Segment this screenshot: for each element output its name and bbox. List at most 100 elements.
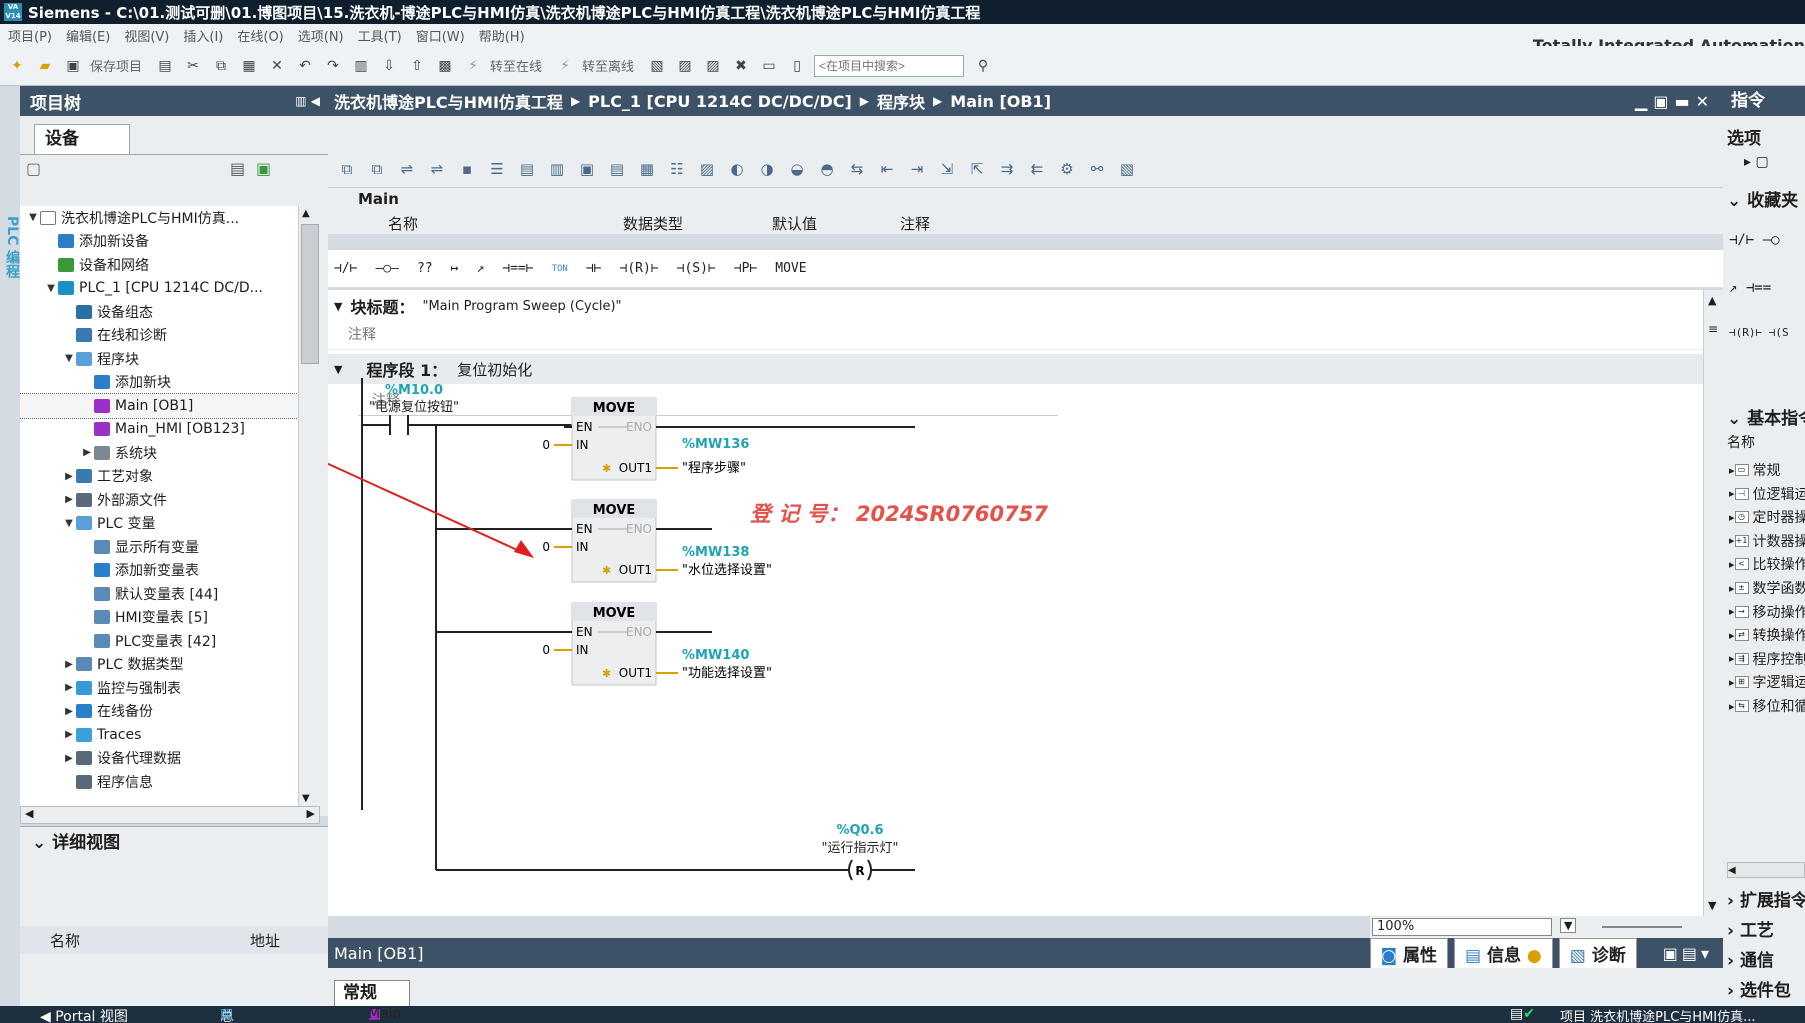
instructions-section[interactable]: › 选件包 (1727, 976, 1791, 1001)
favorite-instruction[interactable]: ⊣⊢ (586, 261, 602, 276)
options-expand-icon[interactable]: ▸ ▢ (1744, 154, 1769, 170)
zoom-dropdown-icon[interactable]: ▼ (1560, 918, 1577, 933)
favorite-instruction[interactable]: ⊣(R)⊢ (620, 261, 659, 276)
go-offline-button[interactable]: 转至离线 (582, 56, 634, 75)
properties-tab[interactable]: ◙ 属性 (1369, 937, 1448, 969)
menu-item[interactable]: 视图(V) (124, 26, 169, 45)
move-out-tag[interactable]: "功能选择设置" (682, 666, 772, 681)
tree-item[interactable]: 添加新块 (20, 371, 298, 395)
fav-jump-icon[interactable]: ↗ ⊣== (1729, 280, 1771, 296)
go-offline-icon[interactable]: ⚡ (554, 55, 576, 77)
editor-tool-icon[interactable]: ▤ (606, 160, 628, 178)
scroll-down-icon[interactable]: ▼ (302, 793, 310, 804)
menu-item[interactable]: 在线(O) (237, 26, 283, 45)
menu-item[interactable]: 窗口(W) (416, 26, 465, 45)
move-in-value[interactable]: 0 (542, 643, 550, 657)
tree-arrow-icon[interactable]: ▶ (62, 471, 76, 482)
favorite-instruction[interactable]: MOVE (775, 261, 806, 276)
scroll-up-icon[interactable]: ▲ (302, 208, 310, 219)
redo-icon[interactable]: ↷ (322, 55, 344, 77)
basic-instruction-category[interactable]: ▸ ⊞字逻辑运算 (1729, 672, 1805, 692)
editor-tool-icon[interactable]: ⧉ (366, 160, 388, 178)
detail-col-address[interactable]: 地址 (250, 930, 280, 951)
favorite-instruction[interactable]: ?? (417, 261, 433, 276)
tree-item[interactable]: 设备组态 (20, 300, 298, 324)
basic-instructions-section[interactable]: ⌄ 基本指令 (1727, 404, 1805, 429)
tree-item[interactable]: ▼ PLC_1 [CPU 1214C DC/D... (20, 277, 298, 301)
move-out-tag[interactable]: "程序步骤" (682, 461, 746, 476)
tree-item[interactable]: ▶ PLC 数据类型 (20, 653, 298, 677)
tree-item[interactable]: Main [OB1] (20, 393, 298, 419)
editor-tool-icon[interactable]: ⇌ (426, 160, 448, 178)
download-icon[interactable]: ⇩ (378, 55, 400, 77)
editor-tool-icon[interactable]: ⇲ (936, 160, 958, 178)
basic-instruction-category[interactable]: ▸ ⇄ 转换操作 (1729, 625, 1805, 645)
instructions-hscroll[interactable]: ◀ (1727, 862, 1805, 878)
editor-tool-icon[interactable]: ⇥ (906, 160, 928, 178)
favorite-instruction[interactable]: ⊣/⊢ (334, 261, 357, 276)
editor-tool-icon[interactable]: ⇆ (846, 160, 868, 178)
editor-tool-icon[interactable]: ⇉ (996, 160, 1018, 178)
editor-tool-icon[interactable]: ⇱ (966, 160, 988, 178)
editor-tool-icon[interactable]: ⇤ (876, 160, 898, 178)
tree-arrow-icon[interactable]: ▼ (62, 518, 76, 529)
diagnostics-tab[interactable]: ▧ 诊断 (1558, 937, 1637, 969)
zoom-select[interactable]: 100% (1372, 918, 1552, 936)
basic-instruction-category[interactable]: ▸ < 比较操作 (1729, 554, 1805, 574)
cross-reference-icon[interactable]: ✖ (730, 55, 752, 77)
tree-item[interactable]: 默认变量表 [44] (20, 582, 298, 606)
scroll-left-icon[interactable]: ◀ (25, 807, 33, 820)
split-vertical-icon[interactable]: ▯ (786, 55, 808, 77)
open-project-icon[interactable]: ▰ (34, 55, 56, 77)
editor-tool-icon[interactable]: ⇇ (1026, 160, 1048, 178)
window-controls-icon[interactable]: ▁▣▬✕ (1635, 92, 1715, 111)
basic-instruction-category[interactable]: ▸ ▭ 常规 (1729, 460, 1781, 480)
overview-icon[interactable]: ▤ (230, 159, 245, 178)
save-icon[interactable]: ▣ (62, 55, 84, 77)
tree-arrow-icon[interactable]: ▶ (62, 659, 76, 670)
project-search-input[interactable] (814, 54, 965, 77)
menu-item[interactable]: 选项(N) (298, 26, 344, 45)
go-online-button[interactable]: 转至在线 (490, 56, 542, 75)
basic-instruction-category[interactable]: ▸ → 移动操作 (1729, 602, 1805, 622)
tree-arrow-icon[interactable]: ▶ (62, 729, 76, 740)
tree-arrow-icon[interactable]: ▶ (62, 706, 76, 717)
coil-tag-name[interactable]: "运行指示灯" (822, 841, 899, 856)
tree-arrow-icon[interactable]: ▶ (80, 447, 94, 458)
portal-view-button[interactable]: ◀ Portal 视图 (40, 1006, 128, 1023)
new-project-icon[interactable]: ✦ (6, 55, 28, 77)
tree-item[interactable]: HMI变量表 [5] (20, 606, 298, 630)
save-project-button[interactable]: 保存项目 (90, 56, 142, 75)
tree-item[interactable]: ▶ 工艺对象 (20, 465, 298, 489)
editor-tool-icon[interactable]: ☷ (666, 160, 688, 178)
editor-tool-icon[interactable]: ▣ (576, 160, 598, 178)
favorites-section[interactable]: ⌄ 收藏夹 (1727, 186, 1798, 211)
scroll-right-icon[interactable]: ▶ (307, 807, 315, 820)
move-out-address[interactable]: %MW138 (682, 545, 749, 560)
print-icon[interactable]: ▤ (154, 55, 176, 77)
tree-item[interactable]: 显示所有变量 (20, 535, 298, 559)
tree-item[interactable]: ▶ 在线备份 (20, 700, 298, 724)
col-default[interactable]: 默认值 (772, 213, 817, 234)
undo-icon[interactable]: ↶ (294, 55, 316, 77)
detail-col-name[interactable]: 名称 (50, 930, 80, 951)
upload-icon[interactable]: ⇧ (406, 55, 428, 77)
editor-tool-icon[interactable]: ▨ (696, 160, 718, 178)
favorite-instruction[interactable]: TON (552, 264, 568, 274)
detail-view-header[interactable]: ⌄ 详细视图 (20, 826, 328, 858)
fav-contacts-icon[interactable]: ⊣/⊢ —○ (1729, 232, 1780, 248)
split-horizontal-icon[interactable]: ▭ (758, 55, 780, 77)
favorite-instruction[interactable]: ↗ (476, 261, 484, 276)
instructions-section[interactable]: › 工艺 (1727, 916, 1774, 941)
editor-tool-icon[interactable]: ▤ (516, 160, 538, 178)
contact-m10-0[interactable] (362, 415, 572, 435)
delete-icon[interactable]: ✕ (266, 55, 288, 77)
tree-arrow-icon[interactable]: ▶ (62, 494, 76, 505)
coil-address[interactable]: %Q0.6 (836, 823, 883, 838)
basic-instruction-category[interactable]: ▸ ⇆移位和循环 (1729, 696, 1805, 716)
tree-item[interactable]: ▶ Traces (20, 723, 298, 747)
list-icon[interactable]: ≡ (1708, 322, 1718, 336)
move-out-address[interactable]: %MW140 (682, 648, 749, 663)
inspector-window-controls-icon[interactable]: ▣▤▾ (1663, 944, 1713, 963)
search-binoculars-icon[interactable]: ⚲ (972, 55, 994, 77)
